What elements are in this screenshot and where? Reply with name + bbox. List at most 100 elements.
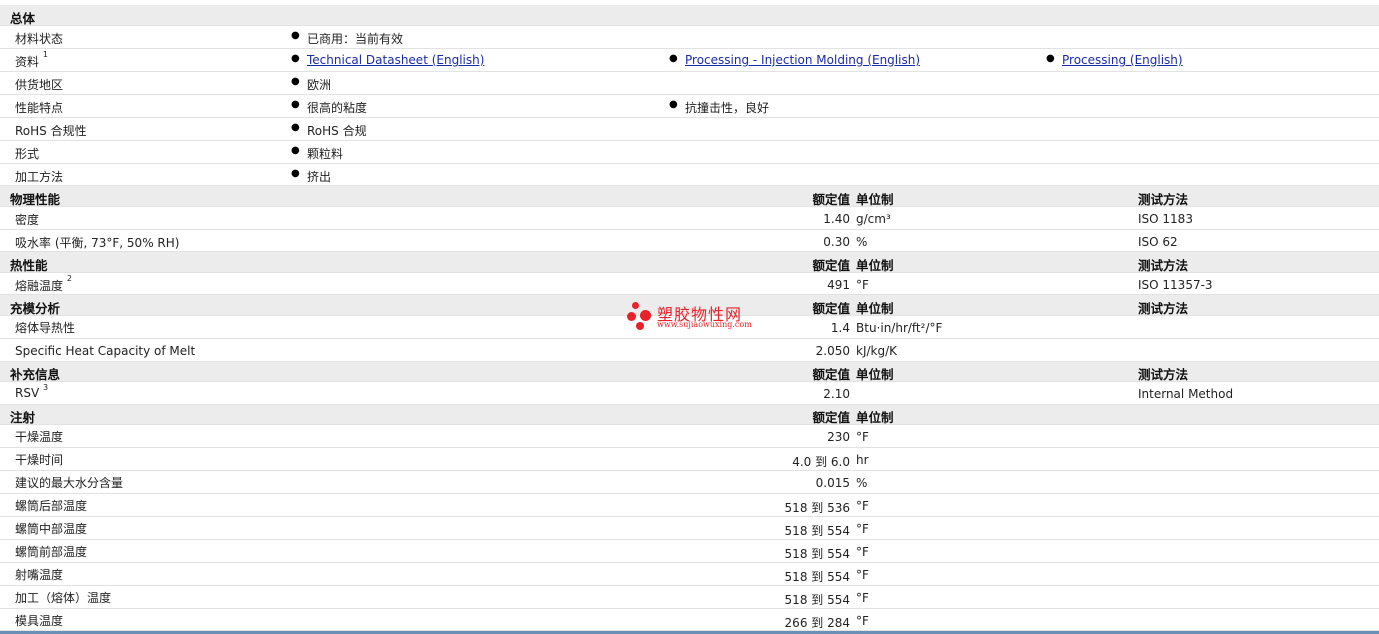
property-row: 性能特点 很高的粘度 抗撞击性，良好 [0,95,1379,118]
doc-link-processing: Processing (English) [1046,53,1183,67]
property-row: 加工方法 挤出 [0,164,1379,186]
doc-link[interactable]: Processing - Injection Molding (English) [685,53,920,67]
property-label: 螺筒前部温度 [15,545,88,559]
nominal-value: 1.40 [823,212,850,226]
data-row: 模具温度 266 到 284 °F [0,609,1379,631]
property-row: RoHS 合规性 RoHS 合规 [0,118,1379,141]
header-test: 测试方法 [1138,192,1189,207]
nominal-value: 0.30 [823,235,850,249]
property-label: 模具温度 [15,614,64,628]
nominal-value: 230 [827,430,850,444]
doc-link-injection-molding: Processing - Injection Molding (English) [669,53,920,67]
property-value: 挤出 [291,168,331,185]
header-unit: 单位制 [856,192,894,207]
nominal-value: 518 到 554 [784,593,850,607]
nominal-value: 2.050 [815,344,850,358]
nominal-value: 266 到 284 [784,616,850,630]
property-value: 已商用：当前有效 [291,30,403,47]
logo-dot [627,312,636,321]
unit: kJ/kg/K [856,344,898,358]
data-row: Specific Heat Capacity of Melt 2.050 kJ/… [0,339,1379,362]
unit: Btu·in/hr/ft²/°F [856,321,943,335]
property-value: 颗粒料 [291,145,343,162]
property-label: 射嘴温度 [15,568,64,582]
property-label: 螺筒中部温度 [15,522,88,536]
logo-dot [632,302,639,309]
test-method: ISO 11357-3 [1138,278,1213,292]
nominal-value: 491 [827,278,850,292]
property-label: 加工方法 [15,170,64,184]
property-label: 建议的最大水分含量 [15,476,124,490]
property-label: 螺筒后部温度 [15,499,88,513]
property-row: 材料状态 已商用：当前有效 [0,26,1379,49]
header-unit: 单位制 [856,258,894,273]
logo-dot [636,322,644,330]
nominal-value: 518 到 554 [784,547,850,561]
data-row: 熔融温度 2 491 °F ISO 11357-3 [0,273,1379,295]
section-title: 总体 [10,11,36,26]
property-label: 吸水率 (平衡, 73°F, 50% RH) [15,236,180,250]
property-label: 加工（熔体）温度 [15,591,112,605]
unit: °F [856,545,869,559]
header-nominal: 额定值 [812,367,850,382]
section-general: 总体 [0,5,1379,26]
property-label: 资料 1 [15,50,48,69]
property-label: RSV 3 [15,383,49,400]
header-unit: 单位制 [856,367,894,382]
doc-link[interactable]: Technical Datasheet (English) [307,53,484,67]
doc-link[interactable]: Processing (English) [1062,53,1183,67]
unit: °F [856,522,869,536]
nominal-value: 1.4 [830,321,850,335]
property-label: 材料状态 [15,32,64,46]
unit: °F [856,499,869,513]
test-method: ISO 62 [1138,235,1178,249]
data-row: 螺筒中部温度 518 到 554 °F [0,517,1379,540]
property-value: 抗撞击性，良好 [669,99,769,116]
watermark-url: www.sujiaowuxing.com [657,320,752,329]
nominal-value: 518 到 554 [784,524,850,538]
unit: °F [856,430,869,444]
property-row: 供货地区 欧洲 [0,72,1379,95]
property-label: Specific Heat Capacity of Melt [15,344,196,358]
section-title: 充模分析 [10,301,61,316]
unit: °F [856,568,869,582]
data-row: 吸水率 (平衡, 73°F, 50% RH) 0.30 % ISO 62 [0,230,1379,252]
nominal-value: 2.10 [823,387,850,401]
unit: % [856,476,868,490]
data-row: RSV 3 2.10 Internal Method [0,382,1379,405]
property-label: 干燥时间 [15,453,64,467]
section-supplement: 补充信息 额定值 单位制 测试方法 [0,362,1379,382]
section-title: 物理性能 [10,192,61,207]
data-row: 加工（熔体）温度 518 到 554 °F [0,586,1379,609]
header-test: 测试方法 [1138,367,1189,382]
property-row: 形式 颗粒料 [0,141,1379,164]
header-nominal: 额定值 [812,410,850,425]
header-nominal: 额定值 [812,258,850,273]
nominal-value: 518 到 536 [784,501,850,515]
data-row: 螺筒前部温度 518 到 554 °F [0,540,1379,563]
property-value: RoHS 合规 [291,122,367,139]
data-row: 干燥温度 230 °F [0,425,1379,448]
property-value: 很高的粘度 [291,99,367,116]
property-label: 密度 [15,213,40,227]
property-label: RoHS 合规性 [15,124,87,138]
unit: hr [856,453,869,467]
nominal-value: 4.0 到 6.0 [792,455,850,469]
header-nominal: 额定值 [812,192,850,207]
section-physical: 物理性能 额定值 单位制 测试方法 [0,186,1379,207]
test-method: Internal Method [1138,387,1234,401]
data-row: 干燥时间 4.0 到 6.0 hr [0,448,1379,471]
doc-link-technical-datasheet: Technical Datasheet (English) [291,53,484,67]
data-row: 建议的最大水分含量 0.015 % [0,471,1379,494]
logo-dot [640,310,651,321]
unit: g/cm³ [856,212,891,226]
property-label: 形式 [15,147,40,161]
section-title: 注射 [10,410,36,425]
test-method: ISO 1183 [1138,212,1193,226]
header-test: 测试方法 [1138,301,1189,316]
section-thermal: 热性能 额定值 单位制 测试方法 [0,252,1379,273]
header-unit: 单位制 [856,301,894,316]
data-row: 螺筒后部温度 518 到 536 °F [0,494,1379,517]
property-label: 干燥温度 [15,430,64,444]
data-row: 射嘴温度 518 到 554 °F [0,563,1379,586]
